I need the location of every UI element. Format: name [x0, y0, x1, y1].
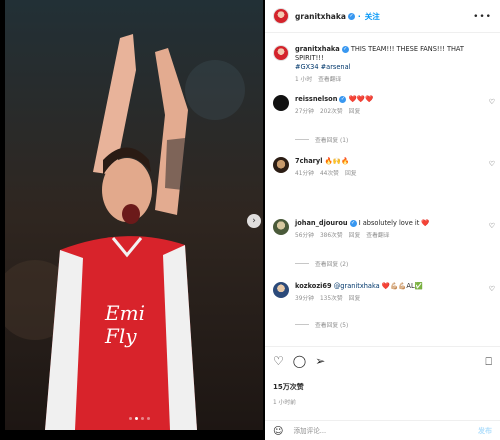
- comment-item: reissnelson ✓ ❤️❤️❤️ 27分钟 202次赞 回复 ♡: [273, 95, 495, 117]
- view-replies-label: 查看回复 (2): [315, 262, 349, 268]
- comment-reply-button[interactable]: 回复: [349, 108, 361, 117]
- caption-avatar[interactable]: [273, 45, 289, 61]
- comment-reply-button[interactable]: 回复: [349, 295, 361, 304]
- comment-item: 7charyl 🔥🙌🔥 41分钟 44次赞 回复 ♡: [273, 157, 495, 179]
- comment-like-heart-icon[interactable]: ♡: [489, 222, 495, 230]
- add-comment-bar: ☺ 发布: [265, 420, 500, 440]
- comment-time: 39分钟: [295, 296, 314, 302]
- next-slide-button[interactable]: ›: [247, 214, 261, 228]
- comment-likes[interactable]: 135次赞: [320, 295, 343, 304]
- comment-time: 41分钟: [295, 171, 314, 177]
- likes-count[interactable]: 15万次赞: [273, 382, 304, 392]
- commenter-avatar[interactable]: [273, 157, 289, 173]
- post-header: granitxhaka ✓ · 关注 •••: [265, 0, 500, 33]
- post-comment-button[interactable]: 发布: [478, 426, 492, 436]
- verified-badge-icon: ✓: [347, 12, 355, 20]
- comment-text: 🔥🙌🔥: [324, 157, 350, 165]
- verified-badge-icon: ✓: [339, 95, 347, 103]
- comment-like-heart-icon[interactable]: ♡: [489, 160, 495, 168]
- comment-username[interactable]: johan_djourou: [295, 219, 348, 227]
- author-avatar[interactable]: [273, 8, 289, 24]
- comment-icon[interactable]: ◯: [293, 355, 306, 367]
- caption-username[interactable]: granitxhaka: [295, 45, 340, 53]
- svg-text:Fly: Fly: [104, 324, 137, 348]
- comment-reply-button[interactable]: 回复: [349, 232, 361, 241]
- action-icons: ♡ ◯ ➢: [273, 355, 325, 367]
- comment-text: I absolutely love it ❤️: [358, 219, 430, 227]
- emoji-icon[interactable]: ☺: [273, 426, 283, 437]
- replies-divider: [295, 324, 309, 325]
- carousel-dots: [129, 417, 150, 420]
- comment-time: 56分钟: [295, 233, 314, 239]
- comment-body: kozkozi69 @granitxhaka ❤️💪🏼💪🏼AL✅ 39分钟 13…: [295, 282, 475, 304]
- comment-translate-link[interactable]: 查看翻译: [366, 232, 389, 241]
- view-replies-button[interactable]: 查看回复 (2): [295, 259, 348, 268]
- verified-badge-icon: ✓: [341, 45, 349, 53]
- verified-badge-icon: ✓: [349, 219, 357, 227]
- commenter-avatar[interactable]: [273, 95, 289, 111]
- comment-body: johan_djourou ✓ I absolutely love it ❤️ 5…: [295, 219, 475, 241]
- chevron-right-icon: ›: [252, 216, 256, 226]
- post-details-panel: granitxhaka ✓ · 关注 ••• granitxhaka ✓ THIS…: [265, 0, 500, 440]
- carousel-dot: [141, 417, 144, 420]
- caption-translate-link[interactable]: 查看翻译: [318, 76, 341, 85]
- comment-reply-button[interactable]: 回复: [345, 170, 357, 179]
- comment-body: reissnelson ✓ ❤️❤️❤️ 27分钟 202次赞 回复: [295, 95, 475, 117]
- comment-input[interactable]: [293, 427, 444, 435]
- comment-like-heart-icon[interactable]: ♡: [489, 98, 495, 106]
- post-actions: ♡ ◯ ➢ ⎕ 15万次赞 1 小时前 ☺ 发布: [265, 346, 500, 440]
- comment-likes[interactable]: 202次赞: [320, 108, 343, 117]
- comment-meta: 27分钟 202次赞 回复: [295, 108, 475, 117]
- commenter-avatar[interactable]: [273, 282, 289, 298]
- comment-item: johan_djourou ✓ I absolutely love it ❤️ 5…: [273, 219, 495, 241]
- svg-text:Emi: Emi: [104, 301, 145, 325]
- caption-time: 1 小时: [295, 77, 313, 83]
- caption-meta: 1 小时 查看翻译: [295, 76, 475, 85]
- replies-divider: [295, 263, 309, 264]
- media-panel: Emi Fly ›: [0, 0, 265, 440]
- comment-username[interactable]: reissnelson: [295, 95, 337, 103]
- replies-divider: [295, 139, 309, 140]
- bookmark-icon[interactable]: ⎕: [485, 355, 492, 369]
- comment-mention[interactable]: @granitxhaka: [334, 282, 380, 290]
- comment-meta: 41分钟 44次赞 回复: [295, 170, 475, 179]
- comment-meta: 56分钟 386次赞 回复 查看翻译: [295, 232, 475, 241]
- view-replies-label: 查看回复 (1): [315, 138, 349, 144]
- follow-dot: ·: [357, 11, 361, 21]
- carousel-dot: [147, 417, 150, 420]
- comments-list[interactable]: granitxhaka ✓ THIS TEAM!!! THESE FANS!!! …: [265, 34, 500, 346]
- comment-like-heart-icon[interactable]: ♡: [489, 285, 495, 293]
- caption-row: granitxhaka ✓ THIS TEAM!!! THESE FANS!!! …: [273, 45, 495, 85]
- comment-likes[interactable]: 44次赞: [320, 170, 339, 179]
- caption-body: granitxhaka ✓ THIS TEAM!!! THESE FANS!!! …: [295, 45, 475, 85]
- comment-text: ❤️💪🏼💪🏼AL✅: [379, 282, 423, 290]
- carousel-dot-active: [135, 417, 138, 420]
- share-icon[interactable]: ➢: [315, 355, 325, 367]
- view-replies-button[interactable]: 查看回复 (5): [295, 320, 348, 329]
- comment-item: kozkozi69 @granitxhaka ❤️💪🏼💪🏼AL✅ 39分钟 13…: [273, 282, 495, 304]
- carousel-dot: [129, 417, 132, 420]
- commenter-avatar[interactable]: [273, 219, 289, 235]
- view-replies-label: 查看回复 (5): [315, 323, 349, 329]
- post-photo[interactable]: Emi Fly: [5, 0, 263, 430]
- author-username[interactable]: granitxhaka: [295, 12, 346, 21]
- comment-username[interactable]: kozkozi69: [295, 282, 332, 290]
- follow-button[interactable]: 关注: [365, 11, 380, 22]
- comment-meta: 39分钟 135次赞 回复: [295, 295, 475, 304]
- comment-likes[interactable]: 386次赞: [320, 232, 343, 241]
- comment-username[interactable]: 7charyl: [295, 157, 322, 165]
- comment-body: 7charyl 🔥🙌🔥 41分钟 44次赞 回复: [295, 157, 475, 179]
- post-date: 1 小时前: [273, 400, 296, 406]
- heart-icon[interactable]: ♡: [273, 355, 284, 367]
- caption-hashtags[interactable]: #GX34 #arsenal: [295, 63, 350, 71]
- player-photo: Emi Fly: [5, 0, 263, 430]
- comment-time: 27分钟: [295, 109, 314, 115]
- comment-text: ❤️❤️❤️: [348, 95, 374, 103]
- more-options-icon[interactable]: •••: [473, 12, 492, 22]
- view-replies-button[interactable]: 查看回复 (1): [295, 135, 348, 144]
